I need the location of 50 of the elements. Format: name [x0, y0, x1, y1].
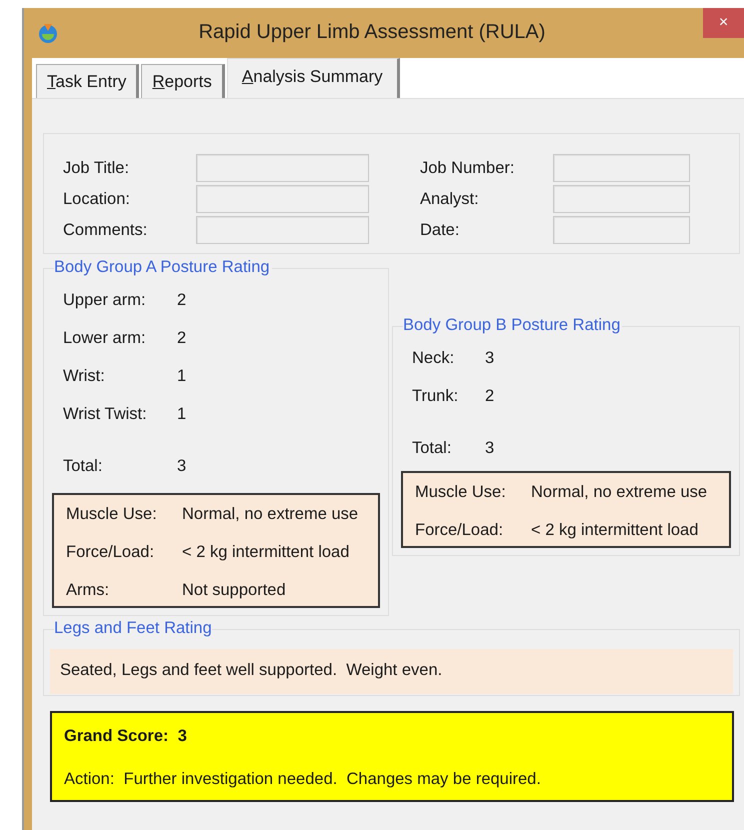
rating-value: 1 — [177, 367, 188, 386]
rating-label: Lower arm: — [63, 329, 147, 348]
factor-value: Normal, no extreme use — [182, 505, 360, 524]
rating-label: Neck: — [412, 349, 456, 368]
field-label: Location: — [63, 190, 131, 208]
input-field[interactable] — [553, 185, 690, 213]
app-icon — [36, 21, 60, 45]
group-title: Body Group B Posture Rating — [403, 316, 622, 335]
rating-value: 3 — [485, 349, 496, 368]
field-label: Comments: — [63, 220, 148, 240]
rating-value: 2 — [177, 291, 188, 310]
rating-value: 1 — [177, 405, 188, 424]
rating-value: 2 — [485, 387, 496, 406]
input-field[interactable] — [196, 154, 369, 182]
factor-label: Force/Load: — [66, 543, 156, 562]
total-label: Total: — [412, 439, 452, 458]
rating-label: Trunk: — [412, 387, 460, 406]
factor-label: Force/Load: — [415, 521, 504, 540]
close-button[interactable]: × — [703, 8, 744, 38]
tab[interactable]: Task Entry — [36, 64, 140, 98]
field-label: Date: — [420, 220, 460, 240]
group-title: Legs and Feet Rating — [54, 619, 212, 638]
total-value: 3 — [485, 439, 496, 458]
factor-label: Arms: — [66, 581, 110, 600]
total-label: Total: — [63, 457, 104, 476]
total-value: 3 — [177, 457, 188, 476]
rating-label: Upper arm: — [63, 291, 147, 310]
factor-value: Not supported — [182, 581, 287, 600]
legs-description: Seated, Legs and feet well supported. Weight even. — [50, 649, 733, 694]
factor-value: < 2 kg intermittent load — [531, 521, 700, 540]
tab[interactable]: Reports — [141, 64, 225, 98]
group-title: Body Group A Posture Rating — [54, 258, 272, 277]
rating-label: Wrist: — [63, 367, 106, 386]
field-label: Analyst: — [420, 190, 480, 208]
input-field[interactable] — [196, 216, 369, 244]
factor-value: Normal, no extreme use — [531, 483, 708, 502]
tab[interactable]: Analysis Summary — [226, 58, 400, 98]
grand-score: Grand Score: 3 — [64, 727, 188, 746]
factor-value: < 2 kg intermittent load — [182, 543, 350, 562]
field-label: Job Title: — [63, 158, 130, 178]
input-field[interactable] — [196, 185, 369, 213]
input-field[interactable] — [553, 216, 690, 244]
window-title: Rapid Upper Limb Assessment (RULA) — [198, 20, 546, 44]
rating-value: 2 — [177, 329, 188, 348]
input-field[interactable] — [553, 154, 690, 182]
field-label: Job Number: — [420, 158, 516, 178]
factor-label: Muscle Use: — [415, 483, 507, 502]
factor-label: Muscle Use: — [66, 505, 158, 524]
rating-label: Wrist Twist: — [63, 405, 148, 424]
action-text: Action: Further investigation needed. Changes may be required. — [64, 770, 542, 789]
